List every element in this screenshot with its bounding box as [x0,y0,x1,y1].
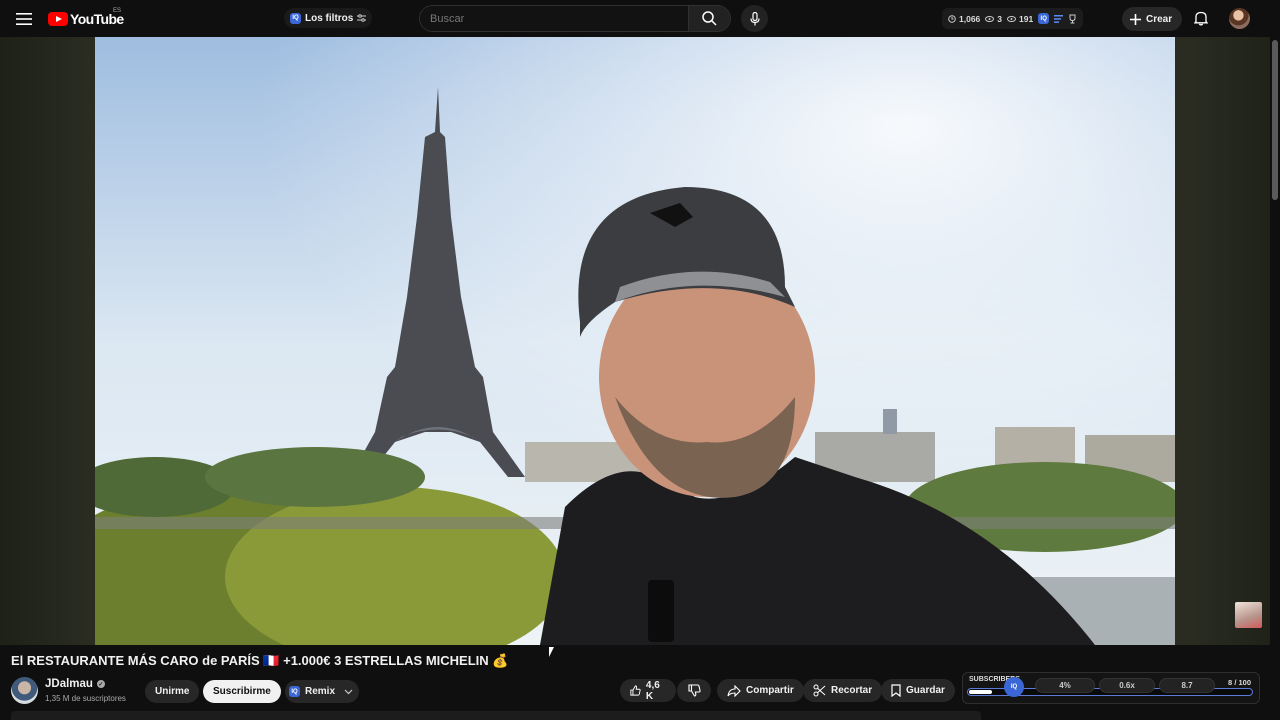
extension-badge-icon: IQ [1038,13,1050,24]
filters-label: Los filtros [305,12,354,24]
bookmark-icon [891,684,901,697]
remix-label: Remix [305,686,336,697]
extension-stats[interactable]: 1,066 3 191 IQ [942,8,1084,29]
subscribe-button[interactable]: Suscribirme [203,680,281,703]
metric-multiplier[interactable]: 0.6x [1099,678,1155,693]
region-code: ES [113,8,122,14]
thumbs-up-icon [630,685,641,696]
extension-badge-icon: IQ [290,12,301,24]
scissors-icon [813,684,826,697]
video-player[interactable] [95,37,1175,645]
create-label: Crear [1146,13,1173,25]
save-button[interactable]: Guardar [881,679,955,702]
subscribe-label: Suscribirme [213,686,271,697]
extension-metrics-panel[interactable]: SUBSCRIBERS 4% 0.6x 8.7 IQ 8 / 100 [962,672,1260,704]
bell-icon [1194,11,1208,26]
search-icon [702,11,717,26]
channel-name: JDalmau [45,678,93,690]
trophy-icon [1069,14,1076,23]
subscriber-count: 1,35 M de suscriptores [45,694,126,703]
microphone-icon [749,11,760,25]
search-input[interactable] [420,6,688,31]
metric-score[interactable]: 8.7 [1159,678,1215,693]
stat-value: 1,066 [959,13,981,24]
search-button[interactable] [688,6,730,31]
verified-icon: ✓ [96,680,105,688]
create-button[interactable]: Crear [1122,7,1183,31]
clip-label: Recortar [831,685,873,696]
stat-views-b: 191 [1007,14,1033,24]
eye-icon [985,15,995,22]
masthead: YouTube ES IQ Los filtros 1,066 3 191 IQ [0,0,1280,37]
metrics-count-max: / 100 [1234,678,1251,687]
stat-watch-time: 1,066 [948,14,980,24]
hamburger-icon [16,13,32,25]
clock-icon [948,14,956,23]
metrics-count-value: 8 [1228,678,1233,687]
stat-views-a: 3 [985,14,1002,24]
like-count: 4,6 K [645,679,660,702]
thumbs-down-icon [687,684,701,697]
share-button[interactable]: Compartir [717,679,804,702]
stat-value: 3 [997,13,1003,24]
video-frame [95,37,1175,645]
account-avatar[interactable] [1229,8,1250,29]
save-label: Guardar [906,685,945,696]
extension-badge-icon: IQ [289,686,300,697]
video-title: El RESTAURANTE MÁS CARO de PARÍS 🇫🇷 +1.0… [11,653,509,668]
metrics-progress-fill [969,690,992,694]
join-button[interactable]: Unirme [145,680,200,703]
description-box[interactable] [11,711,981,720]
channel-name-link[interactable]: JDalmau ✓ [45,678,105,690]
filters-chip[interactable]: IQ Los filtros [284,8,373,28]
channel-avatar[interactable] [11,677,38,704]
remix-button[interactable]: IQ Remix [285,680,360,703]
chevron-down-icon [344,689,353,694]
miniplayer-thumbnail[interactable] [1235,602,1262,628]
mouse-cursor [549,647,557,657]
search-box [419,5,731,32]
metrics-count: 8 / 100 [1228,678,1251,687]
eye-icon [1007,15,1017,22]
clip-button[interactable]: Recortar [803,679,883,702]
share-label: Compartir [746,685,794,696]
dislike-button[interactable] [677,679,711,702]
stat-value: 191 [1019,13,1034,24]
play-logo-icon [48,12,68,26]
menu-button[interactable] [12,7,36,31]
share-icon [727,684,741,697]
notifications-button[interactable] [1191,8,1211,28]
metrics-badge-icon: IQ [1004,677,1024,697]
plus-icon [1130,13,1141,25]
sliders-icon [357,14,367,22]
list-icon [1054,14,1064,23]
metric-percent[interactable]: 4% [1035,678,1095,693]
join-label: Unirme [155,686,190,697]
voice-search-button[interactable] [741,5,768,32]
scrollbar-thumb[interactable] [1272,40,1278,200]
like-button[interactable]: 4,6 K [620,679,676,702]
